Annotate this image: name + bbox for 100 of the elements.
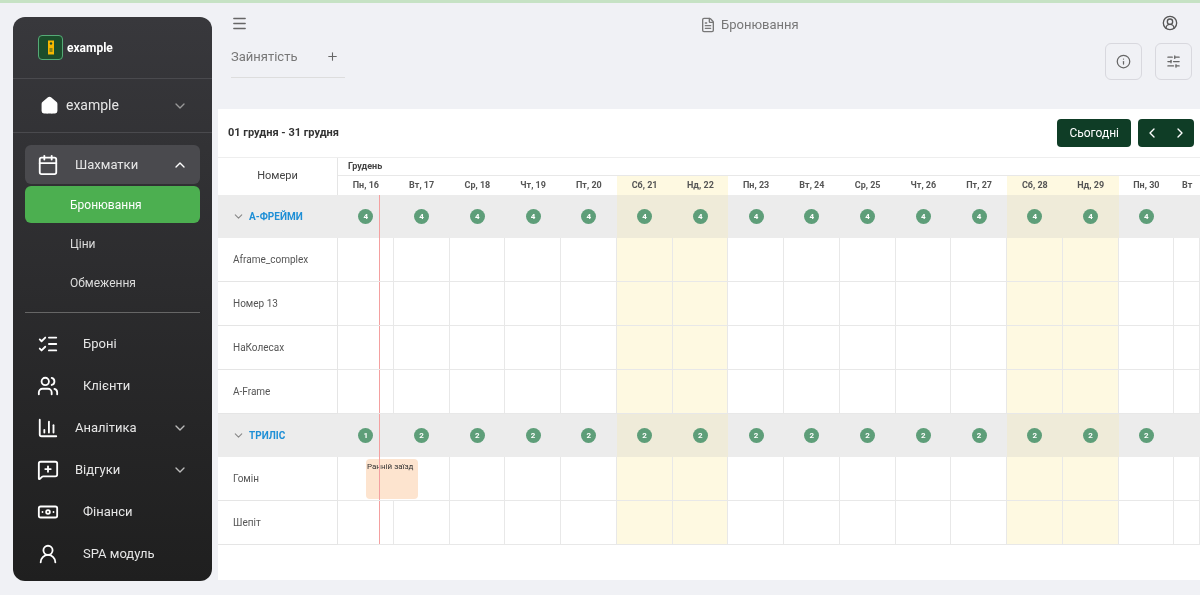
info-icon [1116, 54, 1131, 69]
day-cell[interactable] [728, 501, 784, 545]
booking[interactable]: Ранній заїзд [366, 459, 418, 499]
day-cell[interactable] [338, 326, 394, 370]
availability-badge: 4 [692, 209, 708, 224]
account-selector[interactable]: example [13, 79, 212, 133]
day-cell[interactable]: Ранній заїзд [338, 457, 450, 501]
day-header: Ср, 25 [854, 178, 881, 192]
day-cell[interactable] [616, 282, 673, 326]
day-header: Вт, 17 [409, 178, 435, 192]
day-cell[interactable] [338, 501, 394, 545]
day-cell[interactable] [672, 238, 729, 282]
calendar-icon [37, 153, 59, 176]
day-cell[interactable] [338, 282, 394, 326]
day-cell[interactable] [1007, 238, 1063, 282]
sidebar-item[interactable]: SPA модуль [25, 534, 200, 573]
today-button[interactable]: Сьогодні [1057, 119, 1131, 147]
day-cell[interactable] [338, 238, 394, 282]
day-cell[interactable] [1062, 238, 1119, 282]
day-cell[interactable] [616, 370, 673, 414]
availability-badge: 4 [358, 209, 374, 224]
day-cell[interactable] [561, 457, 617, 501]
availability-badge: 4 [804, 209, 820, 224]
day-cell[interactable] [1062, 282, 1119, 326]
room-name: Гомін [233, 472, 259, 486]
day-cell[interactable] [672, 457, 729, 501]
availability-badge: 4 [469, 209, 485, 224]
availability-badge: 2 [804, 428, 820, 443]
logo-text: example [67, 39, 113, 57]
day-cell[interactable] [728, 238, 784, 282]
availability-badge: 4 [1027, 209, 1043, 224]
page-title: Бронювання [721, 16, 799, 34]
day-header: Пт, 27 [966, 178, 992, 192]
day-cell[interactable] [561, 282, 617, 326]
availability-badge: 2 [971, 428, 987, 443]
availability-badge: 2 [692, 428, 708, 443]
day-cell[interactable] [728, 326, 784, 370]
availability-badge: 4 [748, 209, 764, 224]
day-cell[interactable] [1118, 238, 1175, 282]
day-header: Ср, 18 [464, 178, 491, 192]
group-name: А-ФРЕЙМИ [249, 209, 303, 224]
day-cell[interactable] [1118, 501, 1175, 545]
availability-badge: 4 [915, 209, 931, 224]
availability-badge: 4 [637, 209, 653, 224]
tab[interactable]: Зайнятість [231, 47, 298, 67]
availability-badge: 2 [915, 428, 931, 443]
day-cell[interactable] [1062, 501, 1119, 545]
day-header: Пн, 23 [743, 178, 770, 192]
day-cell[interactable] [561, 238, 617, 282]
day-cell[interactable] [1062, 370, 1119, 414]
submenu-item[interactable]: Ціни [25, 225, 200, 262]
room-name: Aframe_complex [233, 253, 309, 267]
day-header: Сб, 28 [1021, 178, 1048, 192]
day-cell[interactable] [672, 326, 729, 370]
availability-badge: 2 [748, 428, 764, 443]
day-cell[interactable] [1062, 326, 1119, 370]
sidebar-item[interactable]: Відгуки [25, 450, 200, 489]
submenu-item[interactable]: Обмеження [25, 264, 200, 301]
people-icon [37, 374, 59, 397]
availability-badge: 1 [358, 428, 374, 443]
day-cell[interactable] [561, 501, 617, 545]
day-cell[interactable] [616, 238, 673, 282]
sidebar-item[interactable]: Клієнти [25, 366, 200, 405]
day-header: Нд, 29 [1077, 178, 1105, 192]
day-cell[interactable] [728, 282, 784, 326]
room-name: Шепіт [233, 516, 261, 530]
day-cell[interactable] [616, 326, 673, 370]
availability-badge: 2 [1138, 428, 1154, 443]
day-cell[interactable] [672, 282, 729, 326]
day-cell[interactable] [672, 501, 729, 545]
day-cell[interactable] [672, 370, 729, 414]
info-button[interactable] [1105, 43, 1142, 80]
settings-button[interactable] [1155, 43, 1192, 80]
document-icon [700, 16, 716, 33]
sidebar-item[interactable]: Броні [25, 324, 200, 363]
day-cell[interactable] [616, 457, 673, 501]
availability-badge: 2 [469, 428, 485, 443]
day-header: Пт, 20 [576, 178, 602, 192]
day-cell[interactable] [561, 326, 617, 370]
home-icon [40, 96, 59, 115]
sidebar-item[interactable]: Фінанси [25, 492, 200, 531]
sidebar-item[interactable]: Шахматки [25, 145, 200, 184]
day-cell[interactable] [1007, 457, 1063, 501]
day-cell[interactable] [728, 457, 784, 501]
day-cell[interactable] [616, 501, 673, 545]
day-cell[interactable] [1118, 457, 1175, 501]
sidebar-item[interactable]: Аналітика [25, 408, 200, 447]
day-cell[interactable] [1007, 282, 1063, 326]
room-name: НаКолесах [233, 341, 285, 355]
group-name: ТРИЛІС [249, 429, 286, 443]
day-cell[interactable] [1007, 326, 1063, 370]
availability-badge: 2 [414, 428, 430, 443]
user-icon[interactable] [1162, 15, 1178, 31]
day-cell[interactable] [1062, 457, 1119, 501]
day-cell[interactable] [1007, 501, 1063, 545]
day-cell[interactable] [1118, 282, 1175, 326]
availability-badge: 2 [637, 428, 653, 443]
day-cell[interactable] [1007, 370, 1063, 414]
day-cell[interactable] [1118, 326, 1175, 370]
add-icon[interactable] [326, 50, 339, 64]
